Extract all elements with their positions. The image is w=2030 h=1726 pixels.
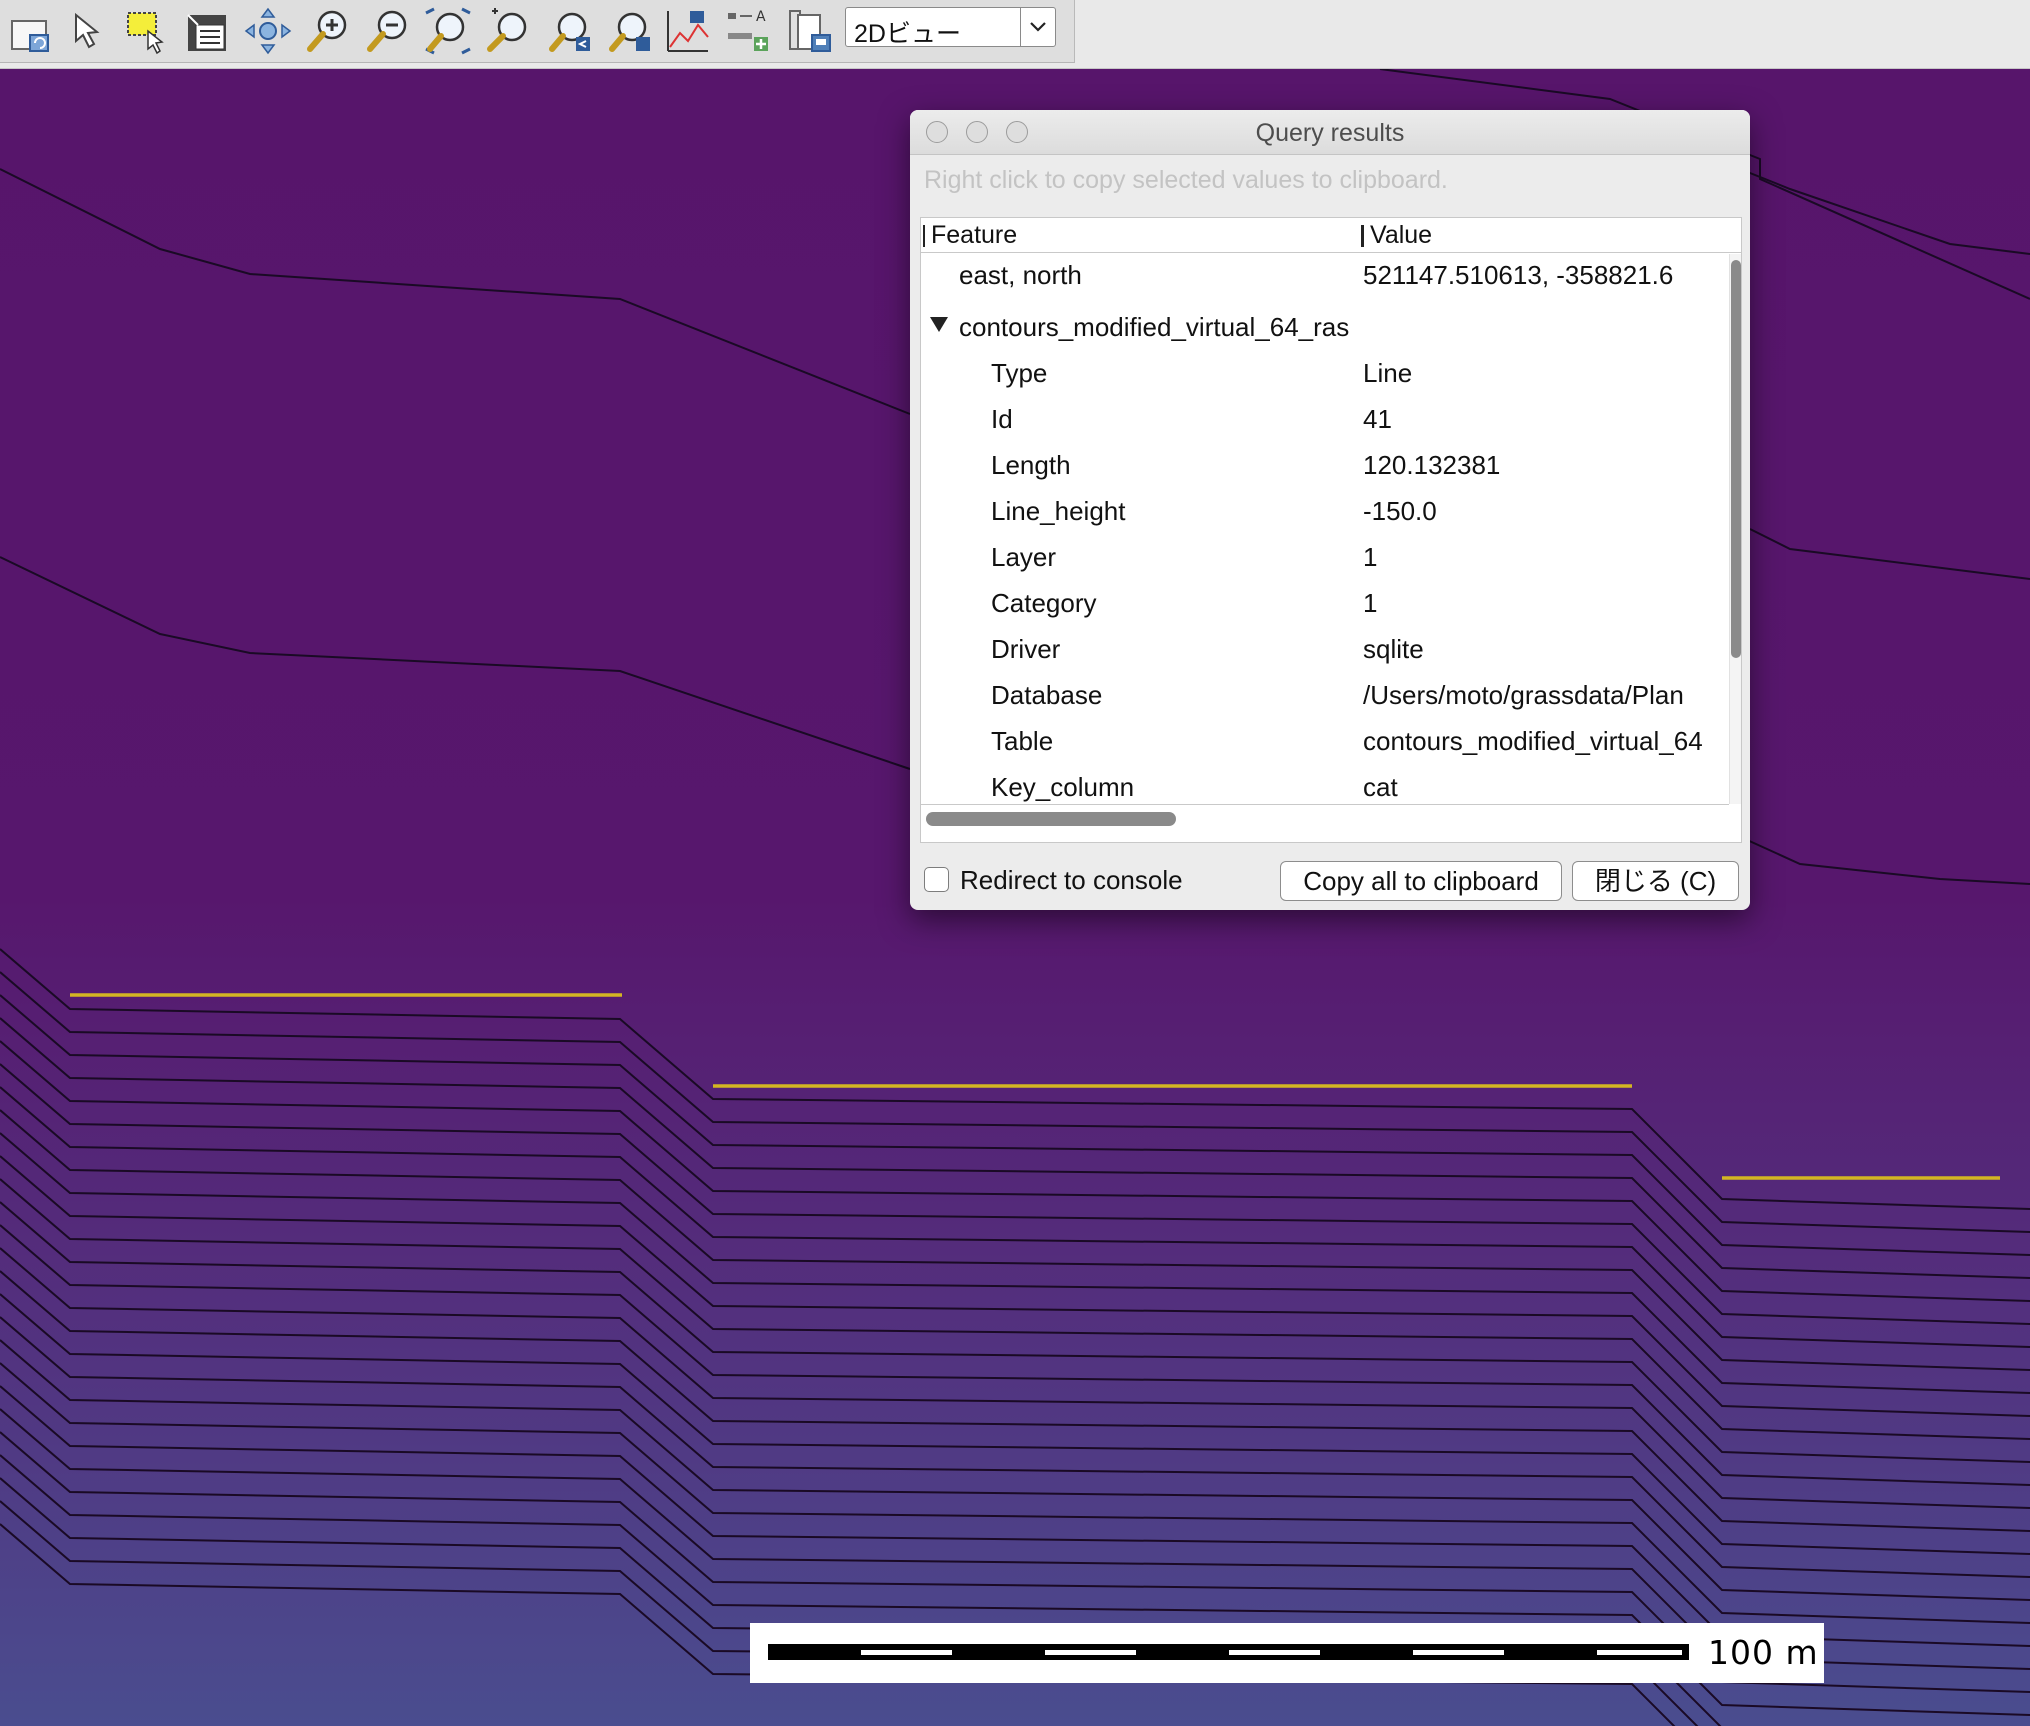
pointer-icon[interactable] (62, 5, 114, 57)
close-button[interactable]: 閉じる (C) (1572, 861, 1739, 901)
scale-bar: 100 m (750, 1623, 1824, 1683)
dialog-titlebar[interactable]: Query results (910, 110, 1750, 155)
attribute-name: Line_height (991, 496, 1126, 526)
attribute-value: cat (1363, 772, 1398, 802)
zoom-out-icon[interactable] (362, 5, 414, 57)
scale-bar-graphic (768, 1644, 1689, 1660)
horizontal-scroll-thumb[interactable] (926, 812, 1176, 826)
attribute-value: 120.132381 (1363, 450, 1501, 480)
attribute-row[interactable]: Line_height -150.0 (921, 488, 1721, 534)
select-features-icon[interactable] (120, 5, 172, 57)
attribute-name: Key_column (991, 772, 1135, 802)
layer-row[interactable]: contours_modified_virtual_64_ras (921, 304, 1721, 350)
results-tree[interactable]: Feature Value east, north 521147.510613,… (920, 217, 1742, 843)
attribute-value: /Users/moto/grassdata/Plan (1363, 680, 1684, 710)
attribute-row[interactable]: Driver sqlite (921, 626, 1721, 672)
column-header-feature[interactable]: Feature (931, 221, 1017, 250)
redirect-to-console-label[interactable]: Redirect to console (960, 865, 1183, 896)
attribute-name: Category (991, 588, 1097, 618)
chevron-down-icon[interactable] (1020, 8, 1055, 46)
save-display-icon[interactable] (784, 5, 836, 57)
svg-text:A: A (756, 9, 766, 25)
coordinates-label: east, north (959, 260, 1082, 290)
display-map-icon[interactable] (2, 5, 54, 57)
attribute-value: -150.0 (1363, 496, 1437, 526)
vertical-scrollbar[interactable] (1729, 254, 1741, 804)
attribute-name: Type (991, 358, 1048, 388)
attribute-value: Line (1363, 358, 1413, 388)
attribute-name: Length (991, 450, 1071, 480)
coordinates-value: 521147.510613, -358821.6 (1363, 260, 1674, 290)
dialog-hint: Right click to copy selected values to c… (924, 166, 1448, 194)
zoom-to-selected-icon[interactable] (422, 5, 474, 57)
attribute-name: Table (991, 726, 1054, 756)
attribute-name: Database (991, 680, 1103, 710)
map-toolbar: A 2Dビュー (0, 0, 2030, 69)
query-raster-vector-icon[interactable] (180, 5, 232, 57)
attribute-name: Layer (991, 542, 1057, 572)
attribute-row[interactable]: Length 120.132381 (921, 442, 1721, 488)
attribute-name: Driver (991, 634, 1061, 664)
attribute-value: sqlite (1363, 634, 1424, 664)
attribute-row[interactable]: Database/Users/moto/grassdata/Plan (921, 672, 1721, 718)
redirect-to-console-checkbox[interactable] (924, 867, 949, 892)
attribute-row[interactable]: Type Line (921, 350, 1721, 396)
column-header-value[interactable]: Value (1370, 221, 1432, 250)
pan-icon[interactable] (242, 5, 294, 57)
attribute-row[interactable]: Layer 1 (921, 534, 1721, 580)
attribute-value: 1 (1363, 588, 1378, 618)
scale-label: 100 m (1708, 1633, 1819, 1672)
zoom-options-icon[interactable] (544, 5, 596, 57)
column-divider (1361, 225, 1364, 247)
expanded-triangle-icon[interactable] (930, 317, 948, 332)
map-elements-icon[interactable]: A (722, 5, 774, 57)
attribute-name: Id (991, 404, 1013, 434)
coordinates-row[interactable]: east, north 521147.510613, -358821.6 (921, 252, 1721, 298)
horizontal-scrollbar[interactable] (921, 804, 1729, 842)
attribute-value: 41 (1363, 404, 1392, 434)
column-divider (923, 225, 925, 247)
zoom-previous-icon[interactable] (604, 5, 656, 57)
layer-name: contours_modified_virtual_64_ras (959, 312, 1350, 342)
query-results-dialog: Query results Right click to copy select… (910, 110, 1750, 910)
zoom-back-icon[interactable] (482, 5, 534, 57)
vertical-scroll-thumb[interactable] (1731, 260, 1741, 658)
attribute-value: contours_modified_virtual_64 (1363, 726, 1703, 756)
copy-all-button[interactable]: Copy all to clipboard (1280, 861, 1562, 901)
attribute-row[interactable]: Table contours_modified_virtual_64 (921, 718, 1721, 764)
view-mode-select[interactable]: 2Dビュー (845, 7, 1056, 48)
toolbar-panel: A 2Dビュー (0, 0, 1075, 63)
view-mode-value: 2Dビュー (854, 20, 961, 48)
analyze-map-icon[interactable] (662, 5, 714, 57)
dialog-title: Query results (1255, 119, 1405, 147)
attribute-row[interactable]: Category 1 (921, 580, 1721, 626)
attribute-value: 1 (1363, 542, 1378, 572)
zoom-in-icon[interactable] (302, 5, 354, 57)
attribute-row[interactable]: Id 41 (921, 396, 1721, 442)
tree-header: Feature Value (921, 218, 1741, 253)
